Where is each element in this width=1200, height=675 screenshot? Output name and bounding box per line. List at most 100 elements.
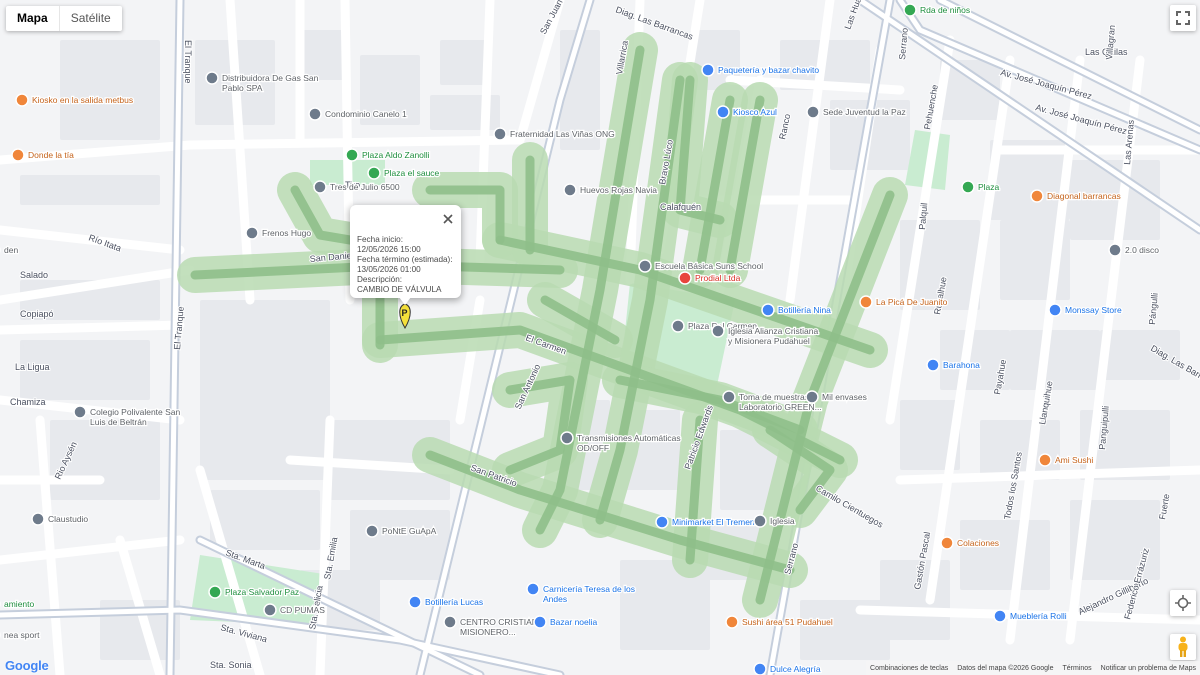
restaurant-icon[interactable] (15, 93, 29, 107)
poi-label[interactable]: Bazar noelia (549, 616, 599, 629)
poi-label[interactable]: CENTRO CRISTIANO (459, 616, 546, 629)
store-icon[interactable] (701, 63, 715, 77)
poi-label[interactable]: 2.0 disco (1124, 244, 1161, 257)
poi-label[interactable]: Botillería Lucas (424, 596, 485, 609)
poi-label[interactable]: Diagonal barrancas (1046, 190, 1122, 203)
place-icon[interactable] (73, 405, 87, 419)
street-view-button[interactable] (1170, 634, 1196, 660)
place-icon[interactable] (313, 180, 327, 194)
poi-label[interactable]: MISIONERO... (459, 626, 517, 639)
place-icon[interactable] (308, 107, 322, 121)
poi-label[interactable]: Fraternidad Las Viñas ONG (509, 128, 616, 141)
poi-label[interactable]: y Misionera Pudahuel (727, 335, 811, 348)
poi-label[interactable]: Rda de niños (919, 4, 972, 17)
poi-label[interactable]: Plaza Aldo Zanolli (361, 149, 431, 162)
place-icon[interactable] (722, 390, 736, 404)
store-icon[interactable] (1048, 303, 1062, 317)
restaurant-icon[interactable] (1038, 453, 1052, 467)
poi-label[interactable]: Andes (542, 593, 569, 606)
map-type-map-button[interactable]: Mapa (6, 6, 60, 31)
poi-label[interactable]: Monssay Store (1064, 304, 1123, 317)
place-icon[interactable] (563, 183, 577, 197)
poi-label[interactable]: nea sport (3, 629, 42, 642)
place-icon[interactable] (263, 603, 277, 617)
store-icon[interactable] (753, 662, 767, 675)
poi-label[interactable]: den (3, 244, 20, 257)
poi-label[interactable]: Colegio Polivalente San (89, 406, 182, 419)
place-icon[interactable] (638, 259, 652, 273)
store-icon[interactable] (716, 105, 730, 119)
poi-label[interactable]: Donde la tía (27, 149, 76, 162)
church-icon[interactable] (711, 324, 725, 338)
poi-label[interactable]: Prodial Ltda (694, 272, 742, 285)
close-icon[interactable] (441, 212, 455, 226)
store-icon[interactable] (926, 358, 940, 372)
store-icon[interactable] (655, 515, 669, 529)
poi-label[interactable]: PoNtE GuApA (381, 525, 438, 538)
store-icon[interactable] (526, 582, 540, 596)
place-icon[interactable] (245, 226, 259, 240)
store-icon[interactable] (993, 609, 1007, 623)
place-icon[interactable] (671, 319, 685, 333)
restaurant-icon[interactable] (725, 615, 739, 629)
park-icon[interactable] (961, 180, 975, 194)
place-icon[interactable] (205, 71, 219, 85)
poi-label[interactable]: Barahona (942, 359, 982, 372)
fullscreen-button[interactable] (1170, 5, 1196, 31)
store-icon[interactable] (533, 615, 547, 629)
my-location-button[interactable] (1170, 590, 1196, 616)
poi-label[interactable]: Plaza (977, 181, 1001, 194)
restaurant-icon[interactable] (1030, 189, 1044, 203)
poi-label[interactable]: Paquetería y bazar chavito (717, 64, 821, 77)
place-icon[interactable] (443, 615, 457, 629)
place-icon[interactable] (365, 524, 379, 538)
restaurant-icon[interactable] (940, 536, 954, 550)
poi-label[interactable]: OD/OFF (576, 442, 611, 455)
poi-label[interactable]: Mueblería Rolli (1009, 610, 1068, 623)
poi-label[interactable]: Kiosko en la salida metbus (31, 94, 135, 107)
poi-label[interactable]: Sede Juventud la Paz (822, 106, 907, 119)
poi-label[interactable]: Colaciones (956, 537, 1001, 550)
poi-label[interactable]: amiento (3, 598, 36, 611)
poi-label[interactable]: Botillería Nina (777, 304, 833, 317)
poi-label[interactable]: Distribuidora De Gas San (221, 72, 320, 85)
church-icon[interactable] (753, 514, 767, 528)
poi-label[interactable]: Plaza Salvador Paz (224, 586, 301, 599)
poi-label[interactable]: Condominio Canelo 1 (324, 108, 409, 121)
poi-label[interactable]: Transmisiones Automáticas (576, 432, 682, 445)
place-icon[interactable] (560, 431, 574, 445)
keyboard-shortcuts-link[interactable]: Combinaciones de teclas (870, 665, 948, 672)
store-icon[interactable] (408, 595, 422, 609)
park-icon[interactable] (903, 3, 917, 17)
poi-label[interactable]: Iglesia (769, 515, 796, 528)
poi-label[interactable]: Ami Sushi (1054, 454, 1095, 467)
place-icon[interactable] (1108, 243, 1122, 257)
poi-label[interactable]: Escuela Básica Suns School (654, 260, 765, 273)
hospital-icon[interactable] (678, 271, 692, 285)
poi-label[interactable]: Carnicería Teresa de los (542, 583, 636, 596)
poi-label[interactable]: Kiosco Azul (732, 106, 779, 119)
restaurant-icon[interactable] (11, 148, 25, 162)
poi-label[interactable]: Dulce Alegría (769, 663, 822, 675)
poi-label[interactable]: Iglesia Alianza Cristiana (727, 325, 820, 338)
report-problem-link[interactable]: Notificar un problema de Maps (1101, 665, 1196, 672)
poi-label[interactable]: Mil envases (821, 391, 868, 404)
place-icon[interactable] (493, 127, 507, 141)
poi-label[interactable]: La Picá De Juanito (875, 296, 949, 309)
restaurant-icon[interactable] (859, 295, 873, 309)
poi-label[interactable]: CD PUMAS (279, 604, 327, 617)
poi-label[interactable]: Frenos Hugo (261, 227, 313, 240)
place-icon[interactable] (31, 512, 45, 526)
poi-label[interactable]: Minimarket El Tremendo (671, 516, 766, 529)
poi-label[interactable]: Luis de Beltrán (89, 416, 148, 429)
place-icon[interactable] (806, 105, 820, 119)
terms-link[interactable]: Términos (1062, 665, 1091, 672)
park-icon[interactable] (345, 148, 359, 162)
poi-label[interactable]: Tres de Julio 6500 (329, 181, 401, 194)
poi-label[interactable]: Pablo SPA (221, 82, 264, 95)
park-icon[interactable] (208, 585, 222, 599)
poi-label[interactable]: Huevos Rojas Navia (579, 184, 659, 197)
store-icon[interactable] (761, 303, 775, 317)
place-icon[interactable] (805, 390, 819, 404)
poi-label[interactable]: Plaza el sauce (383, 167, 441, 180)
